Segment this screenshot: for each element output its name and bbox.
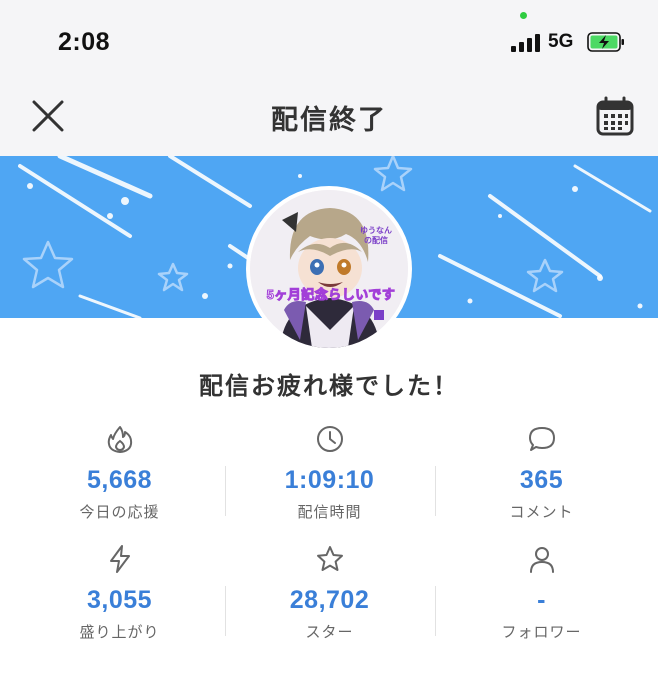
avatar-small-text: ゆうなん の配信 <box>360 226 392 245</box>
person-icon <box>530 547 554 573</box>
nav-bar: 配信終了 <box>0 70 658 156</box>
stat-value: - <box>537 586 546 614</box>
stat-followers: - フォロワー <box>432 540 651 650</box>
star-icon <box>317 546 343 571</box>
stat-label: 配信時間 <box>297 504 362 521</box>
privacy-indicator-dot <box>520 12 527 19</box>
battery-charging-icon <box>587 32 624 52</box>
lightning-icon <box>110 545 130 573</box>
clock-icon <box>317 426 343 452</box>
avatar-caption: 5ヶ月記念らしいです <box>266 287 396 303</box>
calendar-icon[interactable] <box>596 96 634 136</box>
stat-value: 3,055 <box>86 586 153 614</box>
network-type: 5G <box>548 31 574 52</box>
stat-stars: 28,702 スター <box>220 540 439 650</box>
stat-excitement: 3,055 盛り上がり <box>10 540 229 650</box>
status-bar: 2:08 5G <box>0 0 658 70</box>
flame-icon <box>107 426 133 453</box>
comment-icon <box>529 427 555 451</box>
cellular-signal-icon <box>511 34 541 52</box>
stat-value: 28,702 <box>289 586 370 614</box>
stat-stream-time: 1:09:10 配信時間 <box>220 420 439 530</box>
stat-label: フォロワー <box>501 624 582 641</box>
page-title: 配信終了 <box>271 105 387 135</box>
stat-label: スター <box>305 624 354 641</box>
thank-you-message: 配信お疲れ様でした！ <box>199 373 459 400</box>
avatar-image: ゆうなん の配信 5ヶ月記念らしいです <box>250 190 408 348</box>
stat-value: 365 <box>519 466 564 494</box>
stat-label: 今日の応援 <box>79 504 160 521</box>
avatar[interactable]: ゆうなん の配信 5ヶ月記念らしいです <box>246 186 412 352</box>
stat-value: 5,668 <box>86 466 153 494</box>
stat-label: コメント <box>509 504 574 521</box>
stat-value: 1:09:10 <box>284 466 375 494</box>
status-time: 2:08 <box>58 28 111 56</box>
stat-label: 盛り上がり <box>79 624 160 641</box>
stat-today-support: 5,668 今日の応援 <box>10 420 229 530</box>
stat-comments: 365 コメント <box>432 420 651 530</box>
